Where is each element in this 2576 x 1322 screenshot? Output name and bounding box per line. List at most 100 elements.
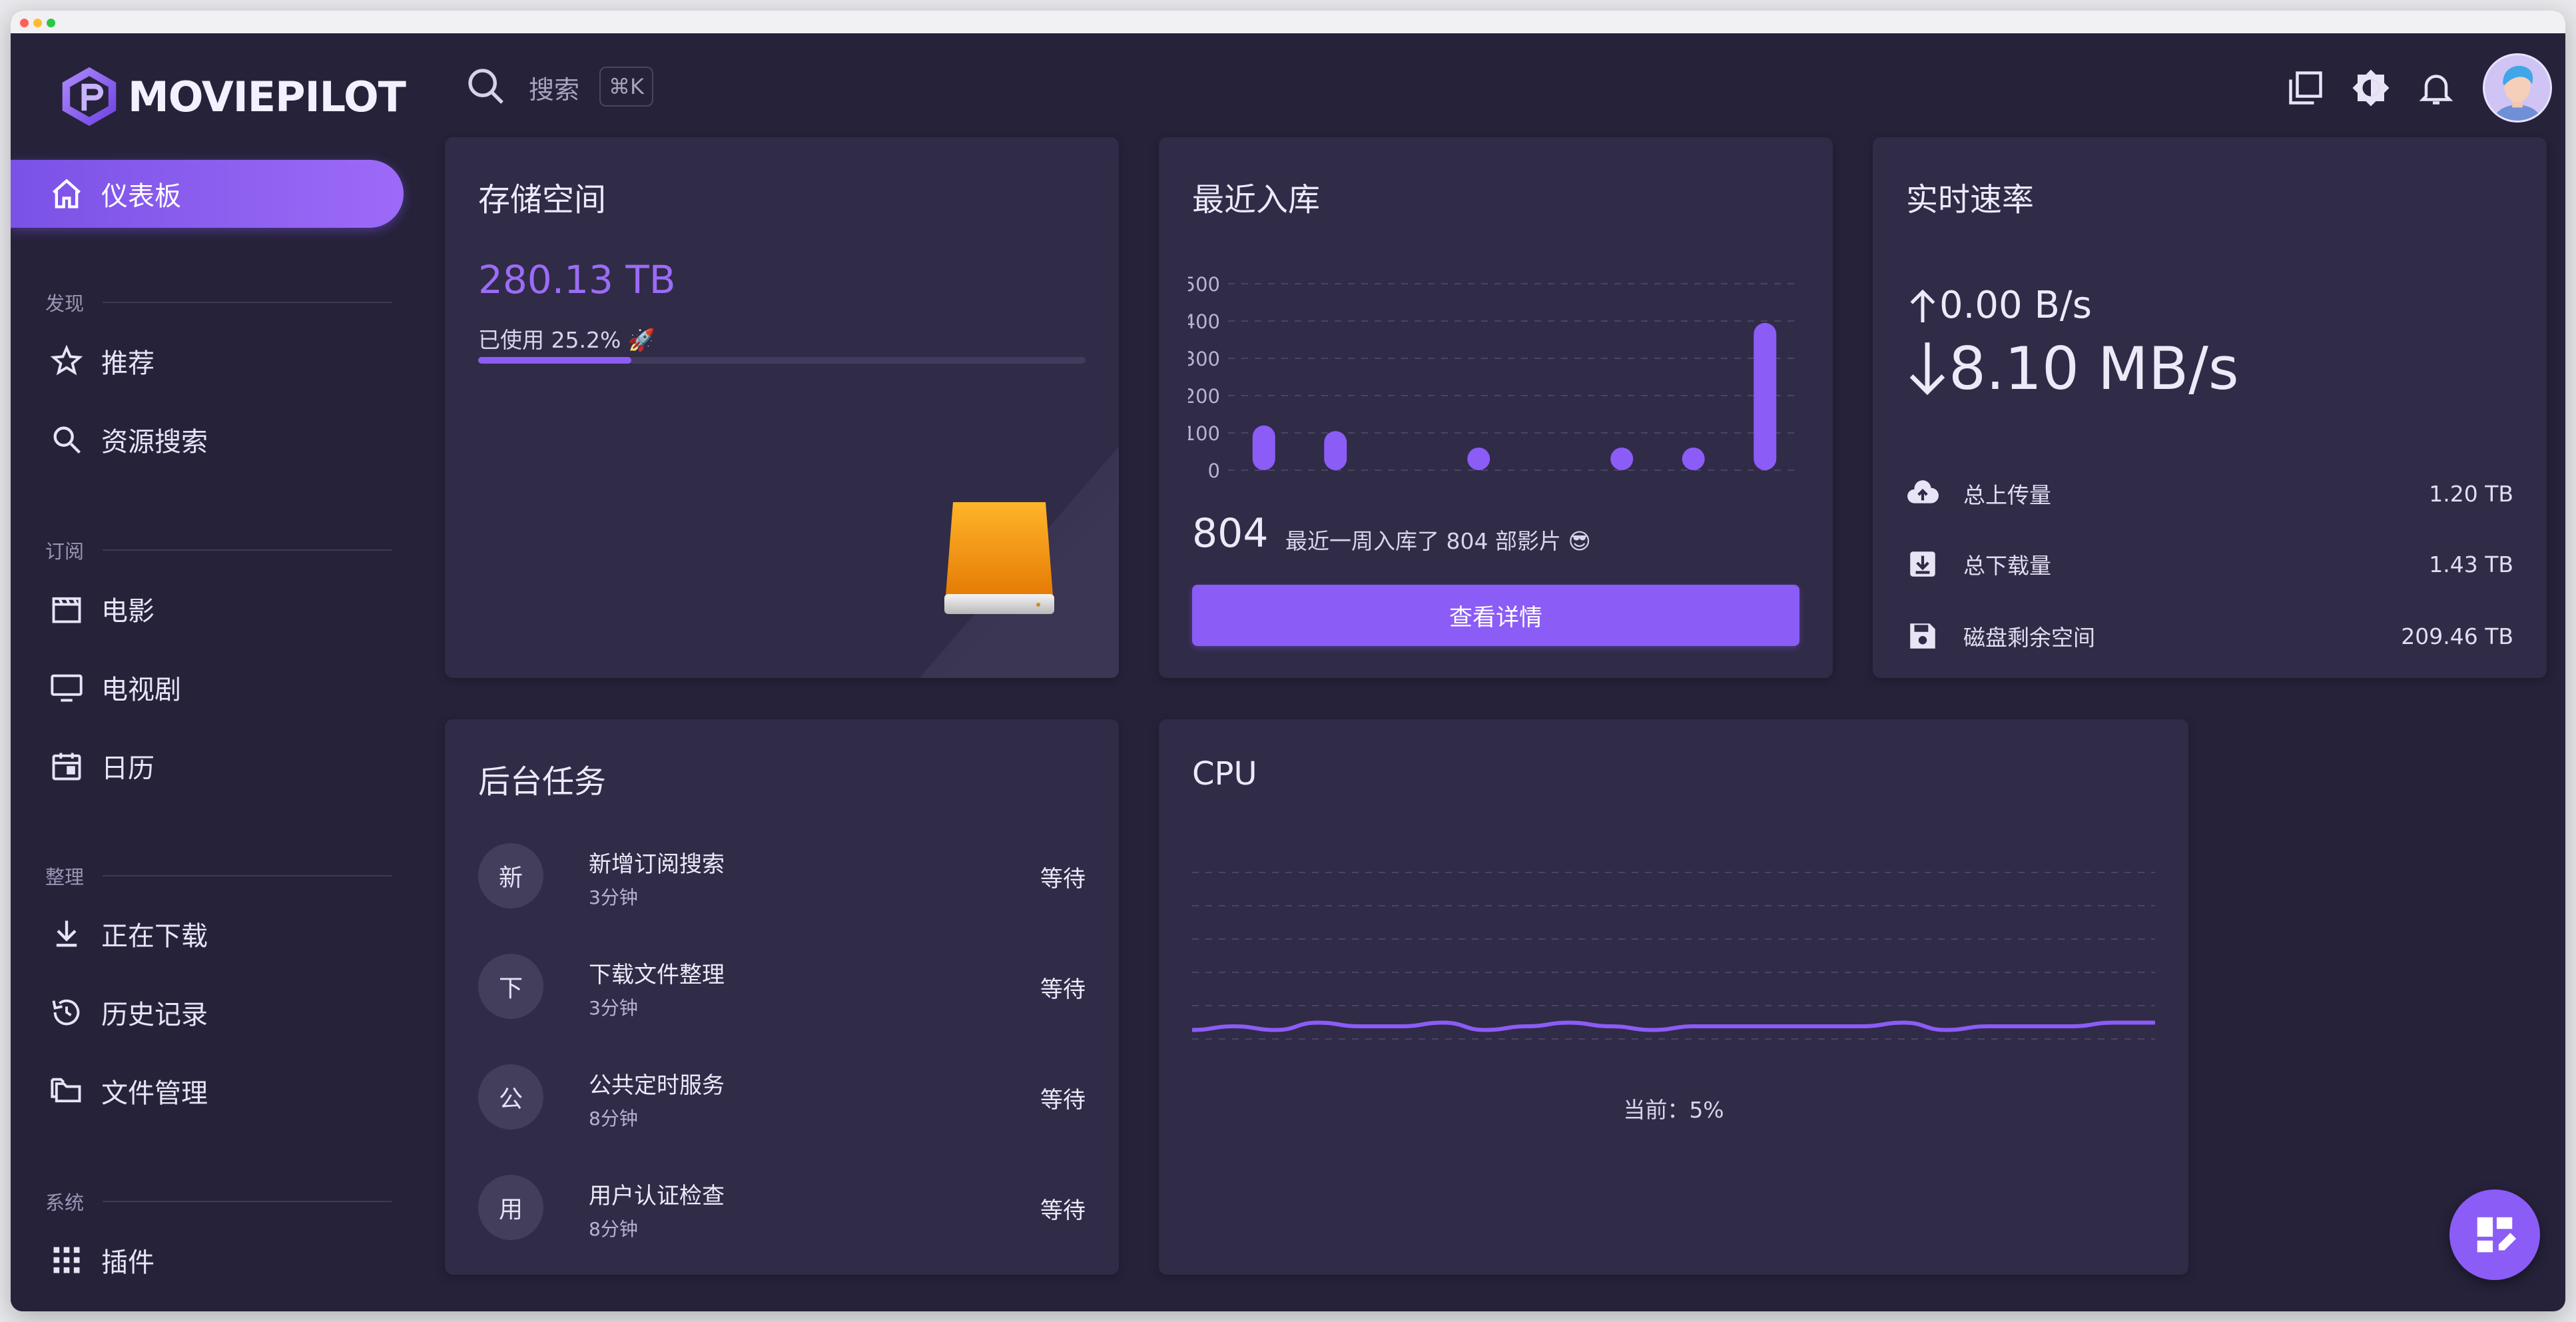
sidebar-item-file-manager[interactable]: 文件管理 — [11, 1058, 384, 1124]
copy-icon[interactable] — [2286, 68, 2326, 108]
sidebar-item-history[interactable]: 历史记录 — [11, 979, 384, 1046]
stat-value: 209.46 TB — [2401, 623, 2513, 649]
sidebar-item-label: 资源搜索 — [101, 427, 208, 458]
card-title: 存储空间 — [478, 181, 607, 218]
y-tick-label: 100 — [1188, 422, 1220, 445]
speed-card: 实时速率 0.00 B/s 8.10 MB/s 总上传量 1.20 TB 总下载… — [1873, 137, 2547, 678]
sidebar-item-plugins[interactable]: 插件 — [11, 1227, 384, 1293]
sidebar-item-tv[interactable]: 电视剧 — [11, 654, 384, 721]
cloud-upload-icon — [1907, 480, 1939, 503]
stat-total-download: 总下载量 1.43 TB — [1906, 541, 2513, 587]
task-status: 等待 — [1040, 1087, 1086, 1114]
bar — [1682, 448, 1705, 470]
bar — [1467, 448, 1490, 470]
window-titlebar — [11, 11, 2565, 33]
task-name: 用户认证检查 — [589, 1183, 725, 1209]
sidebar-item-dashboard[interactable]: 仪表板 — [11, 160, 404, 228]
bar — [1252, 425, 1275, 470]
movie-clapper-icon — [48, 590, 85, 627]
task-item[interactable]: 下 下载文件整理 3分钟 等待 — [478, 947, 1086, 1027]
dashboard-settings-button[interactable] — [2449, 1189, 2540, 1280]
close-window-button[interactable] — [20, 19, 29, 27]
task-avatar: 公 — [478, 1064, 543, 1130]
star-icon — [48, 342, 85, 380]
calendar-icon — [48, 747, 85, 785]
task-item[interactable]: 公 公共定时服务 8分钟 等待 — [478, 1058, 1086, 1138]
sidebar-item-recommend[interactable]: 推荐 — [11, 328, 384, 394]
sidebar-item-calendar[interactable]: 日历 — [11, 733, 384, 799]
cpu-current-value: 当前：5% — [1623, 1097, 1724, 1123]
search-input[interactable]: 搜索 — [529, 69, 579, 106]
tv-icon — [48, 669, 85, 706]
storage-used-text: 已使用 25.2% 🚀 — [478, 327, 655, 353]
arrow-down-icon — [1909, 342, 1945, 395]
task-time: 3分钟 — [589, 997, 638, 1019]
recent-card: 最近入库 0 100 200 300 400 500 804 最近一周入库了 804 部影… — [1159, 137, 1833, 678]
download-speed: 8.10 MB/s — [1906, 334, 2239, 403]
app-window: MOVIEPILOT 仪表板 发现 推荐 资源搜索 订阅 电影 电视剧 日历 整… — [11, 11, 2565, 1311]
y-tick-label: 500 — [1188, 273, 1220, 296]
apps-grid-icon — [48, 1241, 85, 1279]
card-title: 后台任务 — [478, 763, 607, 801]
bar — [1610, 448, 1634, 470]
recent-bar-chart: 0 100 200 300 400 500 — [1188, 273, 1801, 482]
y-tick-label: 0 — [1208, 460, 1220, 482]
section-system: 系统 — [45, 1188, 392, 1215]
bell-icon[interactable] — [2416, 68, 2456, 108]
folder-icon — [48, 1072, 85, 1110]
sidebar-item-label: 文件管理 — [101, 1078, 208, 1109]
stat-disk-free: 磁盘剩余空间 209.46 TB — [1906, 613, 2513, 659]
app-name: MOVIEPILOT — [128, 72, 406, 121]
sidebar-item-label: 插件 — [101, 1247, 155, 1278]
storage-card: 存储空间 280.13 TB 已使用 25.2% 🚀 — [445, 137, 1119, 678]
stat-label: 磁盘剩余空间 — [1963, 625, 2095, 651]
disk-icon — [1910, 623, 1935, 649]
theme-toggle-icon[interactable] — [2351, 68, 2391, 108]
storage-progress-bar — [478, 357, 1086, 364]
stat-value: 1.20 TB — [2429, 480, 2513, 507]
task-name: 新增订阅搜索 — [589, 851, 725, 878]
search-icon[interactable] — [465, 65, 507, 108]
task-avatar: 新 — [478, 843, 543, 908]
task-name: 公共定时服务 — [589, 1072, 725, 1099]
sidebar-item-movies[interactable]: 电影 — [11, 575, 384, 642]
card-title: 实时速率 — [1906, 181, 2035, 218]
user-avatar-icon — [2485, 55, 2550, 121]
section-label: 订阅 — [45, 540, 85, 563]
cpu-series-line — [1192, 1020, 2155, 1032]
section-label: 整理 — [45, 866, 85, 888]
stat-label: 总上传量 — [1963, 482, 2051, 508]
task-status: 等待 — [1040, 976, 1086, 1003]
stat-value: 1.43 TB — [2429, 551, 2513, 577]
task-time: 8分钟 — [589, 1108, 638, 1130]
view-details-button[interactable]: 查看详情 — [1192, 585, 1799, 646]
home-icon — [48, 175, 85, 212]
app-logo[interactable]: MOVIEPILOT — [57, 60, 406, 133]
maximize-window-button[interactable] — [47, 19, 55, 27]
sidebar-item-label: 正在下载 — [101, 921, 208, 952]
sidebar: MOVIEPILOT 仪表板 发现 推荐 资源搜索 订阅 电影 电视剧 日历 整… — [11, 33, 424, 1311]
bar — [1324, 431, 1347, 470]
card-title: CPU — [1192, 755, 1257, 793]
upload-speed: 0.00 B/s — [1906, 284, 2092, 327]
task-item[interactable]: 新 新增订阅搜索 3分钟 等待 — [478, 836, 1086, 916]
sidebar-item-label: 推荐 — [101, 348, 155, 379]
stat-label: 总下载量 — [1963, 553, 2051, 579]
section-label: 发现 — [45, 292, 85, 315]
download-box-icon — [1910, 551, 1935, 577]
section-organize: 整理 — [45, 862, 392, 889]
user-avatar[interactable] — [2483, 53, 2552, 123]
sidebar-item-label: 日历 — [101, 753, 155, 784]
task-item[interactable]: 用 用户认证检查 8分钟 等待 — [478, 1168, 1086, 1248]
minimize-window-button[interactable] — [33, 19, 42, 27]
sidebar-item-resource-search[interactable]: 资源搜索 — [11, 406, 384, 473]
bar — [1754, 322, 1777, 470]
cpu-line-chart — [1192, 872, 2155, 1040]
storage-progress-fill — [478, 357, 631, 364]
task-name: 下载文件整理 — [589, 962, 725, 988]
task-time: 3分钟 — [589, 886, 638, 908]
sidebar-item-downloading[interactable]: 正在下载 — [11, 900, 384, 967]
upload-speed-value: 0.00 B/s — [1939, 284, 2092, 327]
topbar: 搜索 ⌘K — [424, 33, 2565, 133]
recent-count: 804 — [1192, 510, 1269, 557]
